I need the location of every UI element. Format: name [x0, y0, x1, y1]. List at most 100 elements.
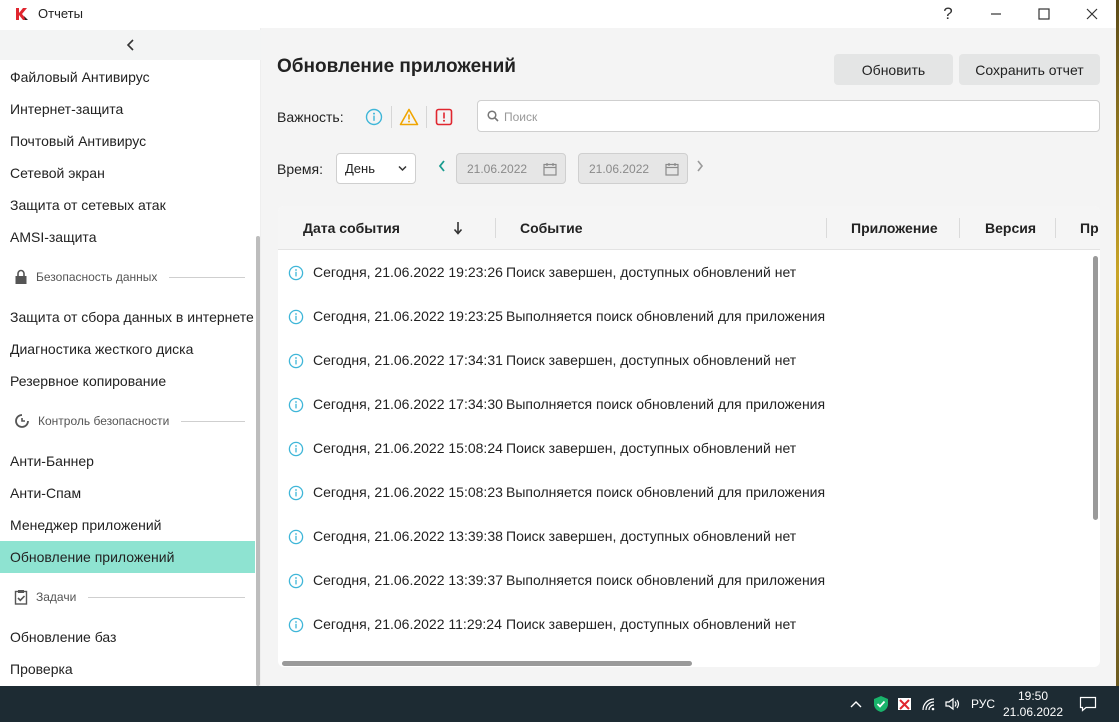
column-divider[interactable]: [959, 218, 960, 238]
row-event: Выполняется поиск обновлений для приложе…: [506, 308, 826, 324]
table-vertical-scrollbar[interactable]: [1093, 256, 1098, 520]
tray-network-button[interactable]: [918, 686, 940, 722]
date-to-field[interactable]: 21.06.2022: [578, 153, 688, 184]
sidebar-item-amsi[interactable]: AMSI-защита: [0, 221, 255, 253]
row-event: Выполняется поиск обновлений для приложе…: [506, 572, 826, 588]
search-input[interactable]: [504, 107, 1084, 127]
table-row[interactable]: Сегодня, 21.06.2022 13:39:37 Выполняется …: [278, 559, 1090, 603]
clipboard-check-icon: [14, 590, 28, 605]
sidebar-item-app-update[interactable]: Обновление приложений: [0, 541, 255, 573]
maximize-button[interactable]: [1020, 0, 1068, 28]
table-row[interactable]: Сегодня, 21.06.2022 17:34:30 Выполняется …: [278, 383, 1090, 427]
sidebar-scrollbar[interactable]: [256, 236, 260, 686]
table-row[interactable]: Сегодня, 21.06.2022 17:34:31 Поиск заверш…: [278, 339, 1090, 383]
search-box: [477, 100, 1100, 132]
sidebar-item-backup[interactable]: Резервное копирование: [0, 365, 255, 397]
column-header-truncated[interactable]: Пр: [1080, 206, 1099, 250]
sidebar-item-disk-diagnostics[interactable]: Диагностика жесткого диска: [0, 333, 255, 365]
table-row[interactable]: Сегодня, 21.06.2022 19:23:25 Выполняется …: [278, 295, 1090, 339]
sidebar-item-label: Защита от сбора данных в интернете: [10, 309, 254, 325]
sidebar-section-security-control: Контроль безопасности: [14, 411, 245, 431]
chevron-down-icon: [398, 165, 407, 172]
table-header: Дата события Событие Приложение Версия П…: [278, 206, 1100, 250]
sidebar-item-label: Диагностика жесткого диска: [10, 341, 194, 357]
previous-period-button[interactable]: [437, 159, 447, 173]
tray-show-hidden-button[interactable]: [846, 686, 866, 722]
sidebar-item-firewall[interactable]: Сетевой экран: [0, 157, 255, 189]
shield-check-icon: [874, 696, 888, 712]
row-event: Поиск завершен, доступных обновлений нет: [506, 528, 797, 544]
time-label: Время:: [277, 161, 324, 177]
date-from-field[interactable]: 21.06.2022: [456, 153, 566, 184]
sidebar-item-app-manager[interactable]: Менеджер приложений: [0, 509, 255, 541]
info-icon: [288, 529, 304, 545]
search-icon: [487, 110, 499, 122]
sidebar-collapse-button[interactable]: [0, 30, 261, 60]
sidebar-item-mail-antivirus[interactable]: Почтовый Антивирус: [0, 125, 255, 157]
save-report-button[interactable]: Сохранить отчет: [959, 54, 1100, 85]
sidebar-item-anti-banner[interactable]: Анти-Баннер: [0, 445, 255, 477]
sidebar-item-label: AMSI-защита: [10, 229, 97, 245]
clock-date: 21.06.2022: [1002, 705, 1064, 719]
tray-volume-button[interactable]: [942, 686, 964, 722]
row-event: Поиск завершен, доступных обновлений нет: [506, 352, 797, 368]
sidebar-item-database-update[interactable]: Обновление баз: [0, 621, 255, 653]
calendar-icon: [543, 163, 557, 176]
column-header-date[interactable]: Дата события: [303, 206, 400, 250]
next-period-button[interactable]: [695, 159, 705, 173]
app-window: Отчеты ? Файловый Антивирус Интернет-защ…: [0, 0, 1119, 686]
sidebar-item-private-browsing[interactable]: Защита от сбора данных в интернете: [0, 301, 255, 333]
column-header-version[interactable]: Версия: [985, 206, 1036, 250]
maximize-icon: [1038, 8, 1050, 20]
column-divider[interactable]: [1055, 218, 1056, 238]
tray-notifications-button[interactable]: [1076, 686, 1100, 722]
info-icon: [288, 441, 304, 457]
close-button[interactable]: [1068, 0, 1116, 28]
tray-app-button[interactable]: [894, 686, 916, 722]
refresh-button[interactable]: Обновить: [834, 54, 953, 85]
sidebar-item-anti-spam[interactable]: Анти-Спам: [0, 477, 255, 509]
column-divider[interactable]: [826, 218, 827, 238]
severity-warning-toggle[interactable]: [393, 101, 425, 133]
sidebar-item-label: Файловый Антивирус: [10, 69, 150, 85]
section-divider: [181, 420, 245, 422]
row-date: Сегодня, 21.06.2022 19:23:25: [313, 308, 503, 324]
sidebar-item-network-attack-blocker[interactable]: Защита от сетевых атак: [0, 189, 255, 221]
tray-kaspersky-button[interactable]: [870, 686, 892, 722]
table-row[interactable]: Сегодня, 21.06.2022 11:29:24 Поиск заверш…: [278, 603, 1090, 647]
minimize-button[interactable]: [972, 0, 1020, 28]
sidebar-item-file-antivirus[interactable]: Файловый Антивирус: [0, 61, 255, 93]
events-table: Дата события Событие Приложение Версия П…: [278, 206, 1100, 667]
table-row[interactable]: Сегодня, 21.06.2022 13:39:38 Поиск заверш…: [278, 515, 1090, 559]
info-icon: [288, 265, 304, 281]
column-divider[interactable]: [495, 218, 496, 238]
period-select[interactable]: День: [336, 153, 416, 184]
sidebar-item-label: Проверка: [10, 661, 73, 677]
sort-descending-icon[interactable]: [453, 221, 463, 235]
table-row[interactable]: Сегодня, 21.06.2022 19:23:26 Поиск заверш…: [278, 251, 1090, 295]
help-button[interactable]: ?: [924, 0, 972, 28]
row-date: Сегодня, 21.06.2022 15:08:24: [313, 440, 503, 456]
minimize-icon: [991, 13, 1001, 15]
table-horizontal-scrollbar[interactable]: [282, 661, 692, 666]
severity-critical-toggle[interactable]: [428, 101, 460, 133]
sidebar-item-scan[interactable]: Проверка: [0, 653, 255, 685]
tray-language-button[interactable]: РУС: [970, 686, 996, 722]
table-row[interactable]: Сегодня, 21.06.2022 15:08:23 Выполняется …: [278, 471, 1090, 515]
column-header-event[interactable]: Событие: [520, 206, 583, 250]
table-row[interactable]: Сегодня, 21.06.2022 15:08:24 Поиск заверш…: [278, 427, 1090, 471]
section-label: Контроль безопасности: [38, 414, 170, 428]
sidebar-item-web-protection[interactable]: Интернет-защита: [0, 93, 255, 125]
tray-clock[interactable]: 19:50 21.06.2022: [1000, 688, 1066, 720]
section-divider: [169, 276, 245, 278]
control-icon: [15, 414, 29, 428]
row-event: Поиск завершен, доступных обновлений нет: [506, 440, 797, 456]
column-header-application[interactable]: Приложение: [851, 206, 938, 250]
severity-info-toggle[interactable]: [358, 101, 390, 133]
row-date: Сегодня, 21.06.2022 13:39:37: [313, 572, 503, 588]
sidebar-item-label: Защита от сетевых атак: [10, 197, 166, 213]
taskbar: РУС 19:50 21.06.2022: [0, 686, 1119, 722]
sidebar-item-label: Обновление приложений: [10, 549, 175, 565]
close-icon: [1086, 8, 1098, 20]
row-event: Выполняется поиск обновлений для приложе…: [506, 396, 826, 412]
